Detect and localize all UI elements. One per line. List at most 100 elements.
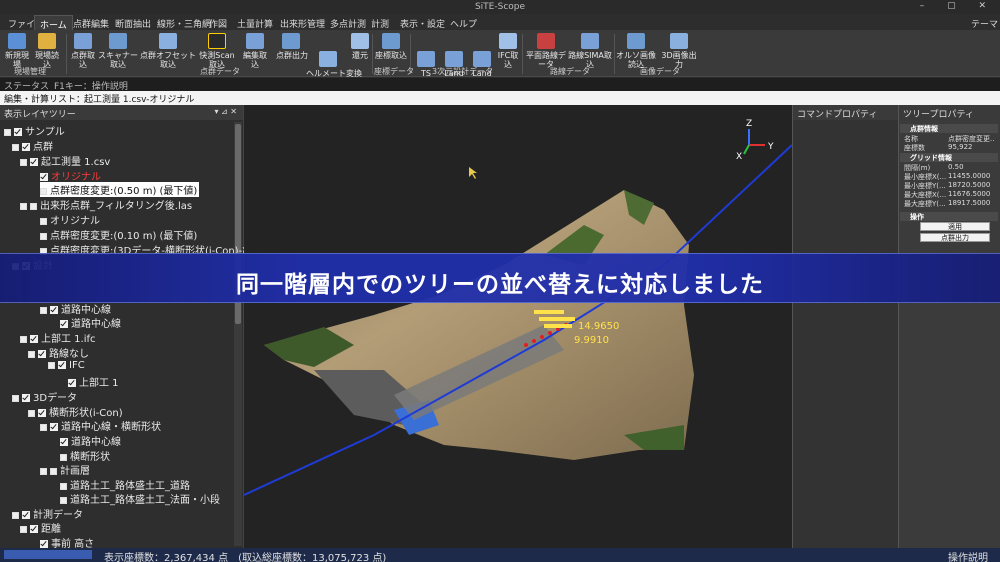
checkbox-empty[interactable] [40, 232, 47, 240]
tree-item-asbuilt-las[interactable]: 出来形点群_フィルタリング後.las [20, 197, 192, 212]
export-points-button[interactable]: 点群出力 [920, 233, 990, 242]
tree-item-road-embankment[interactable]: 道路土工_路体盛土工_道路 [60, 477, 190, 492]
expand-icon[interactable] [28, 409, 35, 417]
checkbox[interactable] [58, 361, 66, 369]
section-operation[interactable]: 操作 [900, 212, 998, 221]
tree-item-ifc-file[interactable]: 上部工 1.ifc [20, 330, 96, 345]
checkbox[interactable] [60, 320, 68, 328]
checkbox[interactable] [30, 525, 38, 533]
tree-item-density-050[interactable]: 点群密度変更:(0.50 m) (最下値) [40, 182, 200, 197]
theme-button[interactable]: テーマ [966, 15, 1000, 30]
checkbox-empty[interactable] [50, 467, 57, 475]
coordinate-import-button[interactable]: 座標取込 [374, 33, 408, 60]
expand-icon[interactable] [20, 158, 27, 166]
offset-import-button[interactable]: 点群オフセット取込 [140, 33, 196, 69]
tree-item-original-2[interactable]: オリジナル [40, 212, 100, 227]
expand-icon[interactable] [20, 202, 27, 210]
tab-drawing[interactable]: 作図 [204, 15, 232, 30]
expand-icon[interactable] [40, 467, 47, 475]
point-export-button[interactable]: 点群出力 [276, 33, 308, 60]
open-site-button[interactable]: 現場読込 [33, 33, 61, 69]
command-property-title: コマンドプロパティ [797, 110, 878, 120]
expand-icon[interactable] [20, 335, 27, 343]
expand-icon[interactable] [12, 143, 19, 151]
checkbox[interactable] [14, 128, 22, 136]
tab-multi-point[interactable]: 多点計測 [325, 15, 371, 30]
checkbox[interactable] [50, 306, 58, 314]
tab-home[interactable]: ホーム [34, 15, 73, 31]
tab-measure[interactable]: 計測 [366, 15, 394, 30]
checkbox-empty[interactable] [40, 217, 47, 225]
tree-item-cross-section[interactable]: 横断形状(i-Con) [28, 404, 123, 419]
tree-item-survey-csv[interactable]: 起工測量 1.csv [20, 153, 110, 168]
tab-earthwork[interactable]: 土量計算 [232, 15, 278, 30]
checkbox[interactable] [30, 158, 38, 166]
checkbox[interactable] [40, 173, 48, 181]
route-plan-button[interactable]: 平面路線データ [524, 33, 568, 69]
checkbox-empty[interactable] [60, 482, 67, 490]
tree-item-measurement[interactable]: 計測データ [12, 506, 83, 521]
sima-import-button[interactable]: 路線SIMA取込 [568, 33, 612, 69]
restore-button[interactable]: 還元 [350, 33, 370, 60]
checkbox[interactable] [38, 350, 46, 358]
section-grid-info[interactable]: グリッド情報 [900, 153, 998, 162]
tree-item-slope[interactable]: 道路土工_路体盛土工_法面・小段 [60, 491, 220, 506]
checkbox[interactable] [38, 409, 46, 417]
edit-import-button[interactable]: 編集取込 [240, 33, 270, 69]
checkbox[interactable] [50, 423, 58, 431]
3d-viewport[interactable]: 14.9650 9.9910 Z Y X [244, 105, 792, 548]
expand-icon[interactable] [12, 394, 19, 402]
tree-item-distance[interactable]: 距離 [20, 520, 61, 535]
tree-item-sample[interactable]: サンプル [4, 123, 65, 138]
expand-icon[interactable] [12, 511, 19, 519]
checkbox[interactable] [40, 540, 48, 548]
expand-icon[interactable] [4, 128, 11, 136]
tab-display-settings[interactable]: 表示・設定 [395, 15, 450, 30]
checkbox-empty[interactable] [40, 187, 47, 195]
expand-icon[interactable] [40, 423, 47, 431]
tree-item-3d-data[interactable]: 3Dデータ [12, 389, 77, 404]
tree-item-centerline[interactable]: 道路中心線 [60, 315, 121, 330]
expand-icon[interactable] [20, 525, 27, 533]
checkbox[interactable] [60, 438, 68, 446]
section-point-info[interactable]: 点群情報 [900, 124, 998, 133]
checkbox-empty[interactable] [30, 202, 37, 210]
expand-icon[interactable] [40, 306, 47, 314]
checkbox[interactable] [30, 335, 38, 343]
scan-import-button[interactable]: 快測Scan取込 [196, 33, 238, 69]
checkbox[interactable] [22, 394, 30, 402]
expand-icon[interactable] [48, 361, 55, 369]
tree-item-density-010[interactable]: 点群密度変更:(0.10 m) (最下値) [40, 227, 197, 242]
tab-point-edit[interactable]: 点群編集 [68, 15, 114, 30]
tab-section[interactable]: 断面抽出 [110, 15, 156, 30]
tree-item-original[interactable]: オリジナル [40, 168, 101, 183]
panel-pin-icon[interactable]: ▾ ⊿ ✕ [214, 107, 237, 116]
tree-item-point-cloud[interactable]: 点群 [12, 138, 53, 153]
scanner-import-button[interactable]: スキャナー取込 [98, 33, 138, 69]
tree-item-centerline-group[interactable]: 道路中心線 [40, 301, 111, 316]
3d-image-button[interactable]: 3D画像出力 [658, 33, 700, 69]
checkbox[interactable] [22, 143, 30, 151]
tab-help[interactable]: ヘルプ [445, 15, 482, 30]
tree-item-superstructure[interactable]: 上部工 1 [68, 374, 119, 389]
checkbox-empty[interactable] [60, 496, 67, 504]
checkbox[interactable] [22, 511, 30, 519]
checkbox[interactable] [68, 379, 76, 387]
tree-item-ifc[interactable]: IFC [48, 360, 85, 375]
tree-item-section-shape[interactable]: 横断形状 [60, 448, 110, 463]
apply-button[interactable]: 適用 [920, 222, 990, 231]
expand-icon[interactable] [28, 350, 35, 358]
tab-as-built[interactable]: 出来形管理 [275, 15, 330, 30]
tree-item-plan-layer[interactable]: 計画層 [40, 462, 90, 477]
tree-item-centerline-2[interactable]: 道路中心線 [60, 433, 121, 448]
point-import-button[interactable]: 点群取込 [68, 33, 98, 69]
point-cloud-view[interactable]: 14.9650 9.9910 Z Y X [244, 105, 792, 548]
edit-list-value[interactable]: 起工測量 1.csv-オリジナル [84, 92, 194, 105]
ifc-import-button[interactable]: IFC取込 [496, 33, 520, 69]
checkbox-empty[interactable] [60, 453, 67, 461]
new-site-button[interactable]: 新規現場 [3, 33, 31, 69]
window-controls[interactable]: – ▢ ✕ [920, 1, 996, 11]
ortho-image-button[interactable]: オルソ画像読込 [616, 33, 656, 69]
tree-item-centerline-section[interactable]: 道路中心線・横断形状 [40, 418, 161, 433]
tree-item-no-route[interactable]: 路線なし [28, 345, 89, 360]
